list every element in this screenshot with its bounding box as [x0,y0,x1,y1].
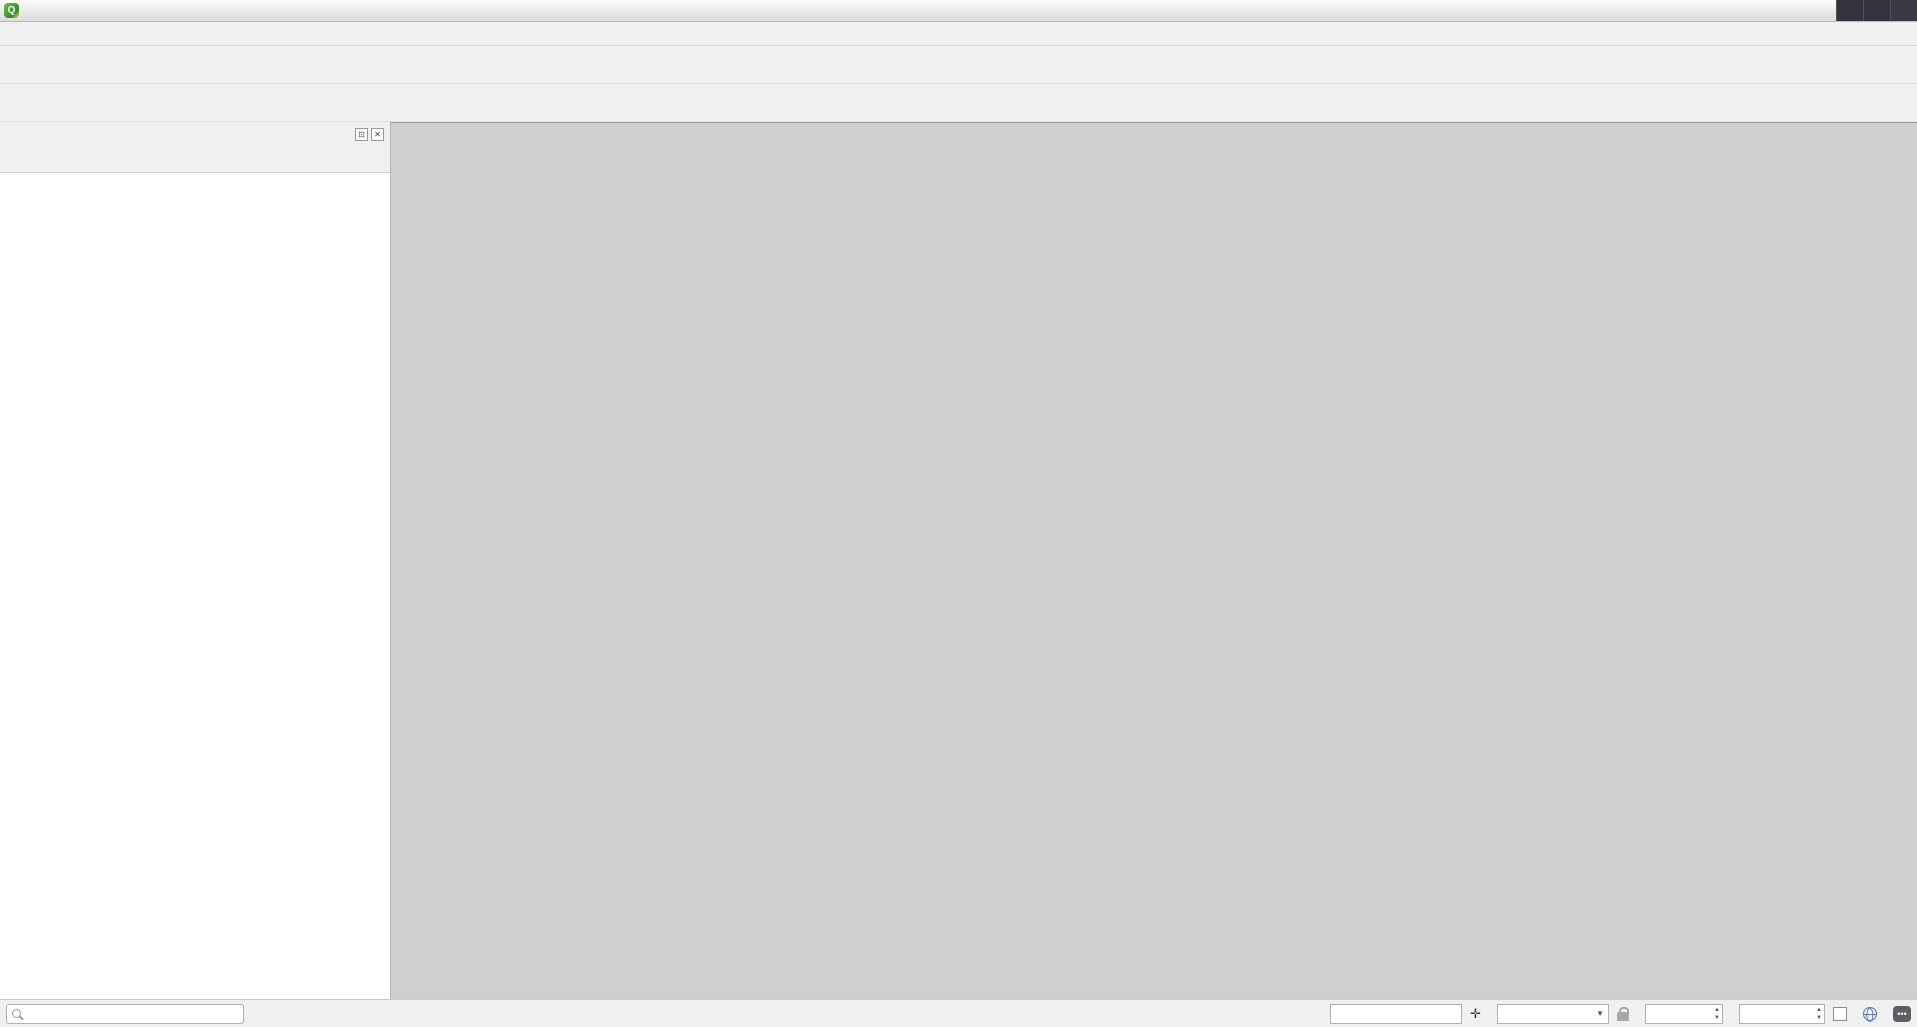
maximize-button[interactable] [1863,0,1890,21]
panel-float-button[interactable]: ⊡ [355,128,368,141]
chevron-down-icon: ▼ [1596,1009,1604,1018]
spin-up-icon[interactable]: ▲ [1816,1006,1822,1014]
search-icon [12,1009,21,1018]
locate-search-input[interactable] [6,1004,244,1024]
magnifier-spinbox[interactable]: ▲▼ [1645,1004,1723,1024]
rotation-spinbox[interactable]: ▲▼ [1739,1004,1825,1024]
layer-tree [0,172,390,999]
messages-icon[interactable]: ••• [1893,1006,1911,1022]
spin-down-icon[interactable]: ▼ [1816,1014,1822,1022]
render-checkbox[interactable] [1833,1007,1847,1021]
status-bar: ✛ ▼ ▲▼ ▲▼ ••• [0,999,1917,1027]
minimize-button[interactable] [1836,0,1863,21]
scale-combobox[interactable]: ▼ [1497,1004,1609,1024]
crs-globe-icon[interactable] [1863,1007,1877,1021]
coordinate-input[interactable] [1330,1004,1462,1024]
menu-bar [0,22,1917,46]
spin-down-icon[interactable]: ▼ [1714,1014,1720,1022]
lock-scale-icon[interactable] [1617,1012,1629,1021]
spin-up-icon[interactable]: ▲ [1714,1006,1720,1014]
map-canvas[interactable] [391,122,1917,999]
toolbar-row-2 [0,84,1917,122]
mouse-extents-icon[interactable]: ✛ [1470,1006,1481,1022]
close-button[interactable] [1890,0,1917,21]
panel-close-button[interactable]: ✕ [371,128,384,141]
toolbar-row-1 [0,46,1917,84]
qgis-logo-icon: Q [4,3,19,18]
layers-panel: ⊡ ✕ [0,122,391,999]
title-bar: Q [0,0,1917,22]
